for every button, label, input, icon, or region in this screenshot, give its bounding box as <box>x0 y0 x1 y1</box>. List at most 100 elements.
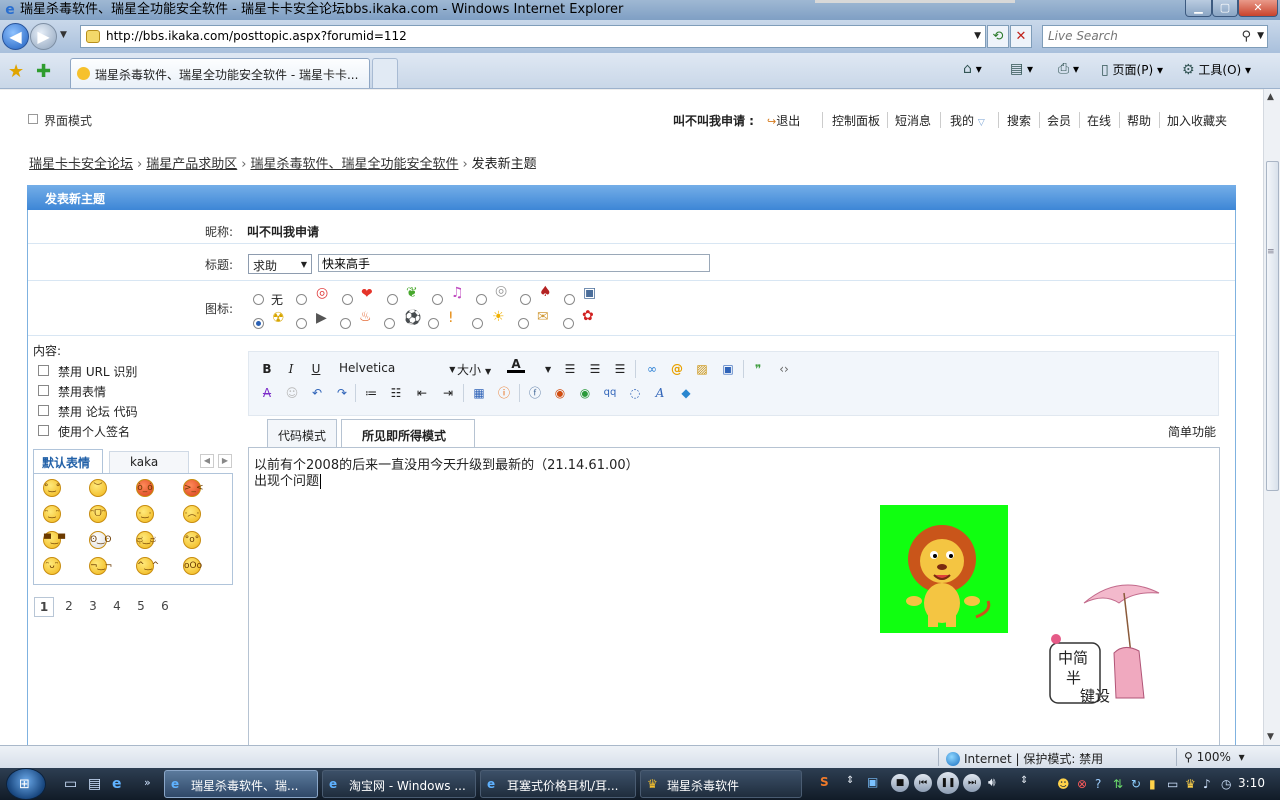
icon-radio[interactable] <box>384 318 395 329</box>
editor-textarea[interactable]: 以前有个2008的后来一直没用今天升级到最新的（21.14.61.00） 出现个… <box>248 447 1220 745</box>
logout-link[interactable]: ↪退出 <box>767 112 800 129</box>
disable-bbcode-checkbox[interactable] <box>38 405 49 416</box>
switch-windows-icon[interactable]: ▤ <box>88 776 101 792</box>
grin-smiley-icon[interactable]: ᵔᗜᵔ <box>89 505 107 523</box>
shocked-smiley-icon[interactable]: oOo <box>183 557 202 575</box>
smilies-page-4[interactable]: 4 <box>107 597 127 617</box>
msn-icon[interactable]: ◌ <box>626 384 644 402</box>
font-family-select[interactable]: Helvetica ▼ <box>339 361 455 375</box>
refresh-button[interactable]: ⟲ <box>987 25 1009 48</box>
smiley-icon[interactable]: ︶ <box>89 479 107 497</box>
bold-button[interactable]: B <box>258 360 276 378</box>
interface-mode-label[interactable]: 界面模式 <box>44 112 92 129</box>
input-method-icon[interactable]: S <box>820 775 829 789</box>
qq-tray-icon[interactable]: ☻ <box>1057 777 1070 791</box>
tab-code-mode[interactable]: 代码模式 <box>267 419 337 448</box>
ordered-list-icon[interactable]: ≔ <box>362 384 380 402</box>
underline-button[interactable]: U <box>307 360 325 378</box>
feeds-button[interactable]: ▤ ▾ <box>1010 61 1033 77</box>
tab-current[interactable]: 瑞星杀毒软件、瑞星全功能安全软件 - 瑞星卡卡... <box>70 58 370 88</box>
scroll-thumb[interactable] <box>1266 161 1279 491</box>
thinking-smiley-icon[interactable]: ¬‿¬ <box>89 557 112 575</box>
code-icon[interactable]: ‹› <box>775 360 793 378</box>
image-icon[interactable]: ▨ <box>693 360 711 378</box>
media-player-icon[interactable]: ◉ <box>576 384 594 402</box>
prev-smilies-icon[interactable]: ◀ <box>200 454 214 468</box>
maximize-button[interactable]: ▢ <box>1212 0 1238 17</box>
add-favorite-icon[interactable]: ✚ <box>36 61 51 82</box>
icon-radio[interactable] <box>520 294 531 305</box>
icon-radio-none[interactable] <box>253 294 264 305</box>
vertical-scrollbar[interactable]: ▲ ≡ ▼ <box>1263 89 1280 745</box>
previous-track-button[interactable]: ⏮ <box>914 774 932 792</box>
breadcrumb-help-area[interactable]: 瑞星产品求助区 <box>146 157 237 172</box>
show-desktop-icon[interactable]: ▭ <box>64 776 77 792</box>
icon-radio[interactable] <box>428 318 439 329</box>
disable-smilies-checkbox[interactable] <box>38 385 49 396</box>
icon-radio[interactable] <box>476 294 487 305</box>
mad-smiley-icon[interactable]: >_< <box>183 479 204 497</box>
ie-quicklaunch-icon[interactable]: e <box>112 776 122 792</box>
taskbar-item-ikaka[interactable]: e 瑞星杀毒软件、瑞... <box>164 770 318 798</box>
media-icon[interactable]: ▣ <box>719 360 737 378</box>
print-button[interactable]: ⎙ ▾ <box>1058 61 1079 77</box>
cool-smiley-icon[interactable]: ▀‿▀ <box>43 531 65 549</box>
control-panel-link[interactable]: 控制面板 <box>832 112 880 129</box>
ghost-smiley-icon[interactable]: ʘ‿ʘ <box>89 531 111 549</box>
simple-function-link[interactable]: 简单功能 <box>1168 423 1216 440</box>
security-zone[interactable]: Internet | 保护模式: 禁用 <box>946 750 1103 767</box>
italic-button[interactable]: I <box>282 360 300 378</box>
icon-radio[interactable] <box>563 318 574 329</box>
search-icon[interactable]: ⚲ <box>1241 29 1251 44</box>
icon-radio[interactable] <box>432 294 443 305</box>
taskbar-item-earphones[interactable]: e 耳塞式价格耳机/耳... <box>480 770 636 798</box>
network-tray-icon[interactable]: ⇅ <box>1113 777 1123 791</box>
icon-radio[interactable] <box>342 294 353 305</box>
font-style-icon[interactable]: A <box>651 384 669 402</box>
icon-radio[interactable] <box>296 318 307 329</box>
smiley-insert-icon[interactable]: ☺ <box>283 384 301 402</box>
add-favorites-link[interactable]: 加入收藏夹 <box>1167 112 1227 129</box>
media-mini-icon[interactable]: ▣ <box>867 775 878 789</box>
email-icon[interactable]: @ <box>668 360 686 378</box>
diamond-icon[interactable]: ◆ <box>677 384 695 402</box>
monitor-tray-icon[interactable]: ▭ <box>1167 777 1178 791</box>
update-tray-icon[interactable]: ↻ <box>1131 777 1141 791</box>
home-button[interactable]: ⌂ ▾ <box>963 61 982 77</box>
tray-restore-icon[interactable]: ⇕ <box>1020 775 1028 786</box>
icon-radio[interactable] <box>564 294 575 305</box>
clock[interactable]: 3:10 <box>1238 776 1265 790</box>
back-button[interactable]: ◀ <box>2 23 29 50</box>
search-box[interactable]: ⚲ ▼ <box>1042 25 1268 48</box>
help-link[interactable]: 帮助 <box>1127 112 1151 129</box>
scroll-up-icon[interactable]: ▲ <box>1267 92 1274 102</box>
quote-icon[interactable]: ❞ <box>749 360 767 378</box>
interface-mode-checkbox[interactable] <box>28 114 38 124</box>
tab-wysiwyg-mode[interactable]: 所见即所得模式 <box>341 419 475 449</box>
battery-tray-icon[interactable]: ▮ <box>1149 777 1156 791</box>
icon-radio-selected[interactable] <box>253 318 264 329</box>
qq-icon[interactable]: qq <box>601 384 619 402</box>
title-type-select[interactable]: 求助 ▼ <box>248 254 312 274</box>
close-button[interactable]: ✕ <box>1238 0 1278 17</box>
members-link[interactable]: 会员 <box>1047 112 1071 129</box>
stop-media-button[interactable]: ■ <box>891 774 909 792</box>
smilies-page-1[interactable]: 1 <box>34 597 54 617</box>
online-link[interactable]: 在线 <box>1087 112 1111 129</box>
icon-radio[interactable] <box>518 318 529 329</box>
icon-radio[interactable] <box>472 318 483 329</box>
flash-icon[interactable]: ⓕ <box>526 384 544 402</box>
favorites-center-icon[interactable]: ★ <box>8 61 24 82</box>
sad-smiley-icon[interactable]: ·︵· <box>183 505 201 523</box>
text-color-button[interactable]: A <box>507 357 525 373</box>
start-button[interactable]: ⊞ <box>6 768 46 800</box>
next-track-button[interactable]: ⏭ <box>963 774 981 792</box>
stop-button[interactable]: ✕ <box>1010 25 1032 48</box>
taskbar-item-rising[interactable]: ♛ 瑞星杀毒软件 <box>640 770 802 798</box>
undo-icon[interactable]: ↶ <box>308 384 326 402</box>
clock-area-icon[interactable]: ◷ <box>1221 777 1231 791</box>
smilies-page-2[interactable]: 2 <box>59 597 79 617</box>
use-signature-checkbox[interactable] <box>38 425 49 436</box>
smiley-icon[interactable]: ·‿· <box>136 505 154 523</box>
volume-icon[interactable]: 🔊︎ <box>988 775 996 790</box>
